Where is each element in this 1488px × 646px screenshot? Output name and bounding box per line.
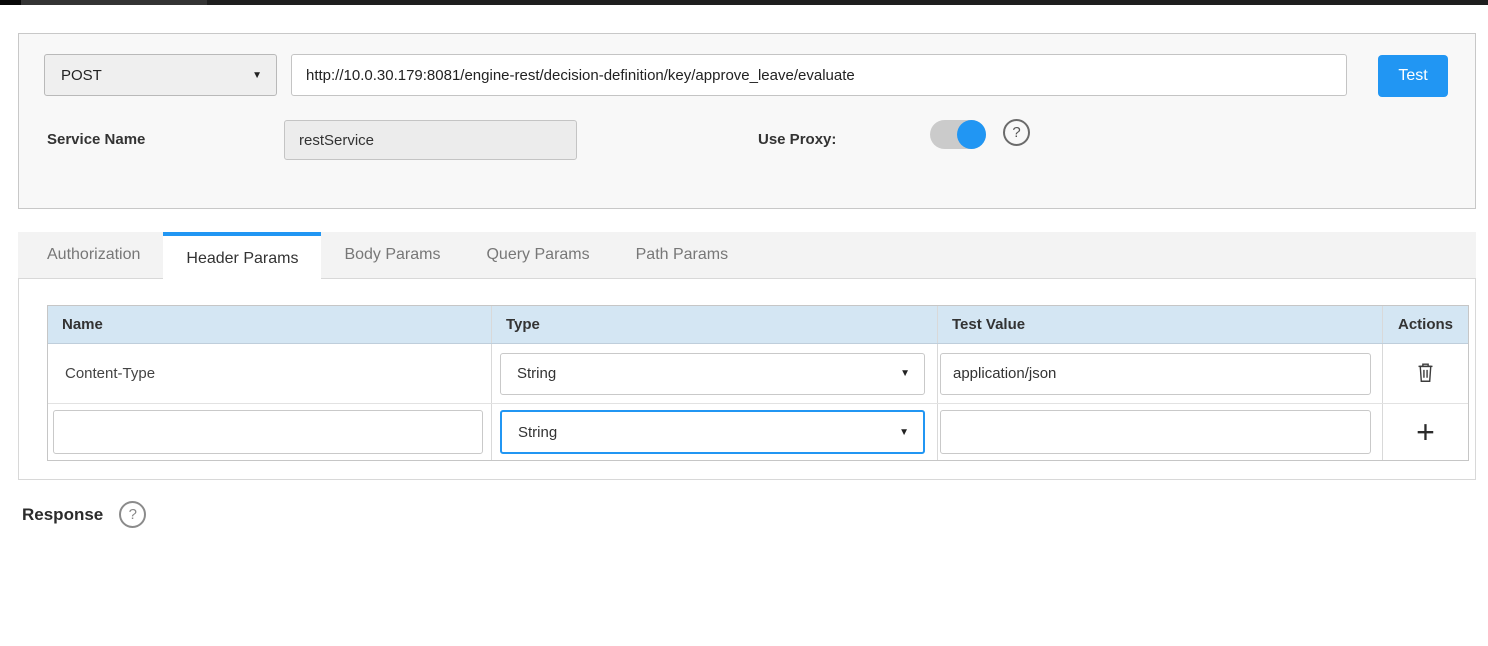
params-tab-bar: Authorization Header Params Body Params … (18, 232, 1476, 278)
param-type-select[interactable]: String ▼ (500, 353, 925, 395)
trash-icon (1415, 361, 1436, 387)
table-header-row: Name Type Test Value Actions (48, 306, 1468, 344)
tab-header-params[interactable]: Header Params (163, 232, 321, 282)
chevron-down-icon: ▼ (252, 70, 262, 81)
new-param-type-value: String (518, 424, 557, 441)
http-method-select[interactable]: POST ▼ (44, 54, 277, 96)
chevron-down-icon: ▼ (899, 427, 909, 438)
header-params-table: Name Type Test Value Actions Content-Typ… (47, 305, 1469, 461)
column-header-type: Type (491, 306, 937, 343)
response-label: Response (22, 505, 103, 525)
tab-body-params[interactable]: Body Params (321, 232, 463, 278)
tab-query-params[interactable]: Query Params (463, 232, 612, 278)
header-params-panel: Name Type Test Value Actions Content-Typ… (18, 278, 1476, 480)
http-method-value: POST (61, 67, 102, 84)
new-param-name-input[interactable] (53, 410, 483, 454)
top-bar-segment (0, 0, 21, 5)
param-name-text: Content-Type (48, 344, 491, 403)
service-name-label: Service Name (47, 131, 145, 148)
tab-path-params[interactable]: Path Params (613, 232, 751, 278)
use-proxy-label: Use Proxy: (758, 131, 836, 148)
top-bar-tab-segment (21, 0, 207, 5)
test-button[interactable]: Test (1378, 55, 1448, 97)
response-section-header: Response ? (22, 501, 146, 528)
table-row-new: String ▼ + (48, 403, 1468, 460)
table-row: Content-Type String ▼ (48, 344, 1468, 403)
column-header-test-value: Test Value (937, 306, 1382, 343)
param-type-value: String (517, 365, 556, 382)
response-help-icon[interactable]: ? (119, 501, 146, 528)
use-proxy-toggle[interactable] (930, 120, 986, 149)
delete-row-button[interactable] (1415, 361, 1436, 387)
chevron-down-icon: ▼ (900, 368, 910, 379)
toggle-knob (957, 120, 986, 149)
plus-icon: + (1416, 416, 1435, 448)
request-url-input[interactable] (291, 54, 1347, 96)
service-name-input[interactable] (284, 120, 577, 160)
proxy-help-icon[interactable]: ? (1003, 119, 1030, 146)
new-param-type-select[interactable]: String ▼ (500, 410, 925, 454)
new-param-test-value-input[interactable] (940, 410, 1371, 454)
add-row-button[interactable]: + (1416, 416, 1435, 448)
column-header-name: Name (48, 306, 491, 343)
browser-top-bar (0, 0, 1488, 5)
column-header-actions: Actions (1382, 306, 1468, 343)
param-test-value-input[interactable] (940, 353, 1371, 395)
tab-authorization[interactable]: Authorization (24, 232, 163, 278)
request-config-panel: POST ▼ Test Service Name Use Proxy: ? (18, 33, 1476, 209)
